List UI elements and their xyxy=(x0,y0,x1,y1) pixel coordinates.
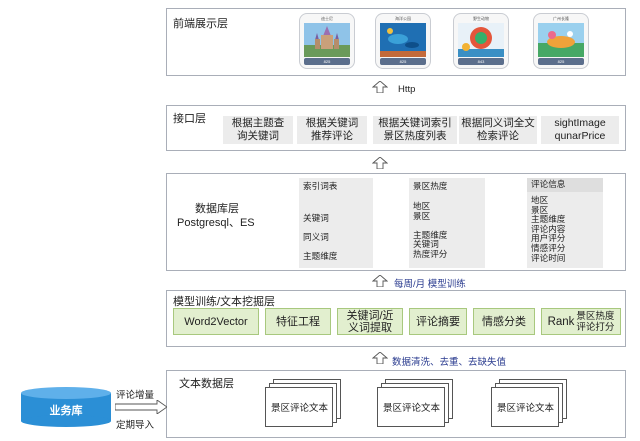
sentiment-classification-box: 情感分类 xyxy=(473,308,535,335)
review-info-table: 评论信息 地区 景区 主题维度 评论内容 用户评分 情感评分 评论时间 xyxy=(527,178,603,268)
up-arrow-icon xyxy=(372,81,388,93)
review-info-table-head: 评论信息 xyxy=(531,179,566,189)
phone-caption: 野生动物 xyxy=(473,16,489,21)
api-fulltext-search: 根据同义词全文 检索评论 xyxy=(459,116,537,144)
amusement-park-image xyxy=(458,23,504,57)
phone-screenshot-2: 海洋公园 825 xyxy=(375,13,431,69)
periodic-import-label: 定期导入 xyxy=(116,420,155,431)
phone-caption: 迪士尼 xyxy=(321,16,333,21)
index-word-table-head: 索引词表 xyxy=(303,181,338,191)
model-layer: 模型训练/文本挖掘层 Word2Vector 特征工程 关键词/近 义词提取 评… xyxy=(166,290,626,347)
database-layer: 数据库层 Postgresql、ES 索引词表 关键词 同义词 主题维度 景区热… xyxy=(166,173,626,271)
incremental-review-label: 评论增量 xyxy=(116,390,155,401)
data-cleaning-label: 数据清洗、去重、去缺失值 xyxy=(392,357,507,368)
phone-count: 825 xyxy=(399,59,407,64)
model-training-label: 每周/月 模型训练 xyxy=(394,279,466,290)
model-layer-title: 模型训练/文本挖掘层 xyxy=(173,296,276,308)
review-info-table-fields: 地区 景区 主题维度 评论内容 用户评分 情感评分 评论时间 xyxy=(531,195,566,263)
document-label: 景区评论文本 xyxy=(497,403,555,414)
api-recommend-reviews: 根据关键词 推荐评论 xyxy=(297,116,367,144)
up-arrow-icon xyxy=(372,157,388,169)
phone-screenshot-1: 迪士尼 825 xyxy=(299,13,355,69)
keyword-extraction-box: 关键词/近 义词提取 xyxy=(337,308,403,335)
up-arrow-icon xyxy=(372,275,388,287)
api-sightimage-qunarprice: sightImage qunarPrice xyxy=(541,116,619,144)
phone-screenshot-4: 广州长隆 825 xyxy=(533,13,589,69)
interface-layer-title: 接口层 xyxy=(173,113,206,125)
right-arrow-icon xyxy=(115,400,167,414)
text-data-layer-title: 文本数据层 xyxy=(179,378,234,390)
api-query-keywords-by-theme: 根据主题查 询关键词 xyxy=(223,116,293,144)
database-layer-subtitle: Postgresql、ES xyxy=(177,217,255,229)
aquarium-image xyxy=(380,23,426,57)
phone-caption: 海洋公园 xyxy=(395,16,411,21)
theme-park-image xyxy=(538,23,584,57)
text-data-layer: 文本数据层 景区评论文本 景区评论文本 景区评论文本 xyxy=(166,370,626,438)
review-summary-box: 评论摘要 xyxy=(409,308,467,335)
business-db-label: 业务库 xyxy=(49,405,83,417)
api-scenic-heat-list: 根据关键词索引 景区热度列表 xyxy=(373,116,457,144)
frontend-layer-title: 前端展示层 xyxy=(173,18,228,30)
http-label: Http xyxy=(398,84,416,95)
phone-screenshot-3: 野生动物 843 xyxy=(453,13,509,69)
word2vector-box: Word2Vector xyxy=(173,308,259,335)
scenic-heat-table: 景区热度 地区 景区 主题维度 关键词 热度评分 xyxy=(409,178,485,268)
frontend-layer: 前端展示层 迪士尼 825 海洋公园 825 野生动物 843 广州长隆 825 xyxy=(166,8,626,76)
document-label: 景区评论文本 xyxy=(383,403,441,414)
index-word-table: 索引词表 关键词 同义词 主题维度 xyxy=(299,178,373,268)
castle-image xyxy=(304,23,350,57)
rank-box: Rank 景区热度 评论打分 xyxy=(541,308,621,335)
interface-layer: 接口层 根据主题查 询关键词 根据关键词 推荐评论 根据关键词索引 景区热度列表… xyxy=(166,105,626,151)
phone-count: 825 xyxy=(557,59,565,64)
scenic-heat-table-head: 景区热度 xyxy=(413,181,448,191)
scenic-heat-table-fields: 地区 景区 主题维度 关键词 热度评分 xyxy=(413,201,448,259)
rank-sub-label: 景区热度 评论打分 xyxy=(576,310,615,333)
phone-count: 843 xyxy=(477,59,485,64)
phone-count: 825 xyxy=(323,59,331,64)
index-word-table-fields: 关键词 同义词 主题维度 xyxy=(303,213,338,262)
rank-label: Rank xyxy=(547,315,575,328)
document-label: 景区评论文本 xyxy=(271,403,329,414)
up-arrow-icon xyxy=(372,352,388,364)
feature-engineering-box: 特征工程 xyxy=(265,308,331,335)
phone-caption: 广州长隆 xyxy=(553,16,569,21)
